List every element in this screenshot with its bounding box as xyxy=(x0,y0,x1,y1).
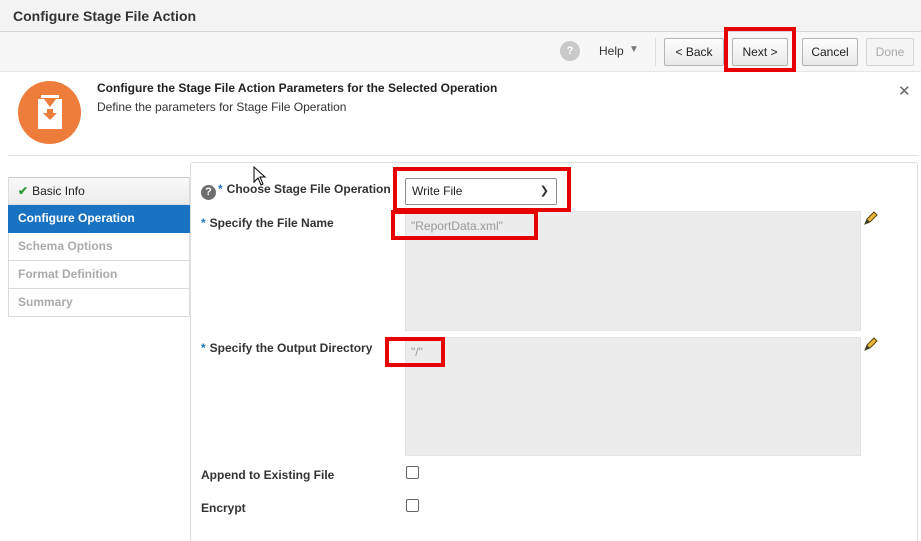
edit-pencil-icon[interactable] xyxy=(863,336,879,352)
append-label: Append to Existing File xyxy=(201,468,335,482)
file-name-highlight xyxy=(391,210,538,240)
required-marker: * xyxy=(201,216,206,230)
cancel-button[interactable]: Cancel xyxy=(802,38,858,66)
required-marker: * xyxy=(201,341,206,355)
info-question-icon[interactable]: ? xyxy=(201,185,216,200)
done-button: Done xyxy=(866,38,914,66)
operation-field-label: ? * Choose Stage File Operation xyxy=(201,182,391,200)
output-directory-label-text: Specify the Output Directory xyxy=(209,341,373,355)
header-subtitle: Define the parameters for Stage File Ope… xyxy=(97,100,347,114)
step-configure-operation[interactable]: Configure Operation xyxy=(8,205,190,233)
back-button[interactable]: < Back xyxy=(664,38,724,66)
wizard-header: Configure the Stage File Action Paramete… xyxy=(8,72,918,156)
encrypt-checkbox[interactable] xyxy=(406,499,419,512)
chevron-down-icon[interactable]: ▼ xyxy=(629,44,639,55)
wizard-step-nav: ✔ Basic Info Configure Operation Schema O… xyxy=(8,177,190,317)
stage-file-icon xyxy=(18,81,81,144)
append-checkbox[interactable] xyxy=(406,466,419,479)
step-summary: Summary xyxy=(8,289,190,317)
step-schema-options: Schema Options xyxy=(8,233,190,261)
step-basic-info[interactable]: ✔ Basic Info xyxy=(8,177,190,205)
header-title: Configure the Stage File Action Paramete… xyxy=(97,81,498,95)
step-format-definition: Format Definition xyxy=(8,261,190,289)
required-marker: * xyxy=(218,182,223,196)
operation-select-highlight xyxy=(393,167,571,212)
file-name-label-text: Specify the File Name xyxy=(209,216,334,230)
output-directory-expression-field[interactable]: "/" xyxy=(405,337,861,456)
help-menu-button[interactable]: Help xyxy=(599,44,624,58)
operation-label-text: Choose Stage File Operation xyxy=(226,182,391,196)
checkmark-icon: ✔ xyxy=(18,184,29,198)
toolbar-divider xyxy=(655,38,656,66)
mouse-cursor-icon xyxy=(253,166,267,186)
dialog-title: Configure Stage File Action xyxy=(13,8,197,24)
encrypt-label: Encrypt xyxy=(201,501,246,515)
user-help-icon[interactable]: ? xyxy=(560,41,580,61)
output-directory-label: * Specify the Output Directory xyxy=(201,341,372,355)
file-name-label: * Specify the File Name xyxy=(201,216,334,230)
close-icon[interactable]: ✕ xyxy=(898,82,911,100)
edit-pencil-icon[interactable] xyxy=(863,210,879,226)
output-directory-highlight xyxy=(385,337,445,367)
next-button-highlight xyxy=(724,27,796,72)
step-label: Basic Info xyxy=(32,184,85,198)
